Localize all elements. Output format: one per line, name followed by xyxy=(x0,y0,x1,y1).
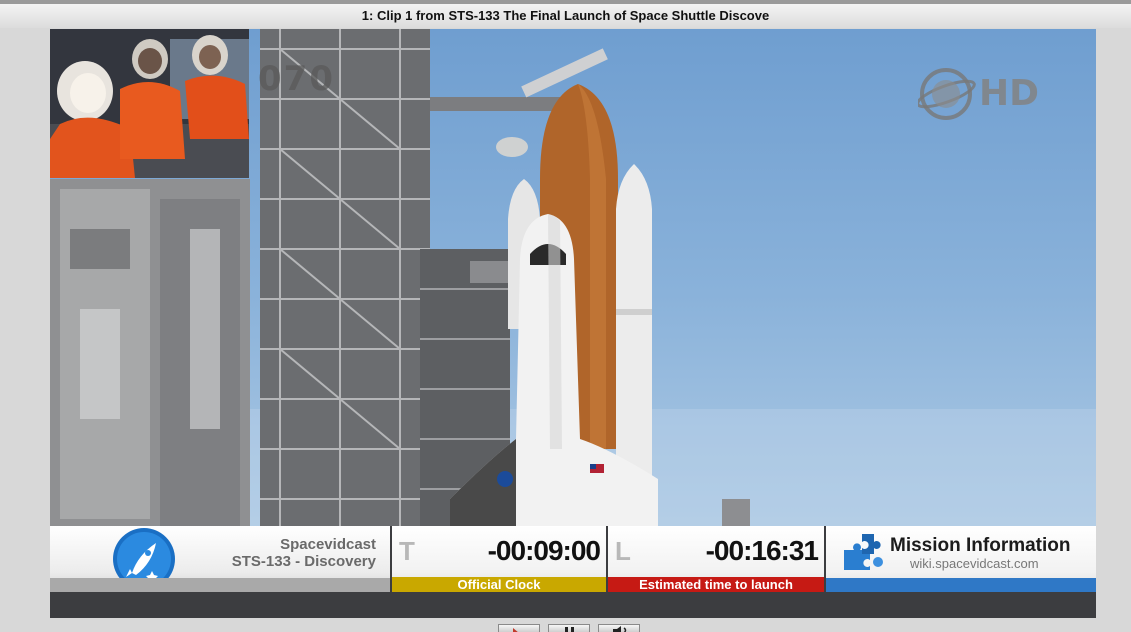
play-button[interactable] xyxy=(498,624,540,632)
crew-camera-inset xyxy=(50,29,249,178)
inset-clock-readout: 070 xyxy=(258,59,335,99)
launch-clock-panel: L -00:16:31 Estimated time to launch xyxy=(608,526,824,592)
play-icon xyxy=(513,628,518,632)
mission-strip xyxy=(826,578,1096,592)
volume-button[interactable] xyxy=(598,624,640,632)
puzzle-icon xyxy=(844,534,883,570)
brand-panel: Spacevidcast STS-133 - Discovery xyxy=(50,526,390,592)
pause-icon xyxy=(565,627,574,632)
official-clock-caption: Official Clock xyxy=(392,577,606,592)
official-clock-letter: T xyxy=(399,536,415,566)
official-clock-value: -00:09:00 xyxy=(487,535,601,566)
launch-clock-value: -00:16:31 xyxy=(705,535,819,566)
launch-clock-caption: Estimated time to launch xyxy=(608,577,824,592)
video-player[interactable]: 070 HD Spacevidcast STS-133 - Discovery … xyxy=(50,29,1096,618)
nasa-logo-icon xyxy=(918,68,976,120)
pause-button[interactable] xyxy=(548,624,590,632)
mission-title: Mission Information xyxy=(890,535,1071,556)
mission-info-panel: Mission Information wiki.spacevidcast.co… xyxy=(826,526,1096,592)
volume-icon xyxy=(613,626,627,632)
window-title: 1: Clip 1 from STS-133 The Final Launch … xyxy=(0,4,1131,28)
crew-camera-image xyxy=(50,29,249,178)
launch-clock-letter: L xyxy=(615,536,631,566)
brand-text: Spacevidcast STS-133 - Discovery xyxy=(232,536,376,570)
brand-name: Spacevidcast xyxy=(280,536,376,553)
brand-subtitle: STS-133 - Discovery xyxy=(231,553,376,570)
mission-url: wiki.spacevidcast.com xyxy=(910,556,1039,571)
broadcast-lower-third: Spacevidcast STS-133 - Discovery T -00:0… xyxy=(50,526,1096,592)
official-clock-panel: T -00:09:00 Official Clock xyxy=(392,526,606,592)
hd-badge: HD xyxy=(979,73,1040,114)
brand-strip xyxy=(50,578,390,592)
